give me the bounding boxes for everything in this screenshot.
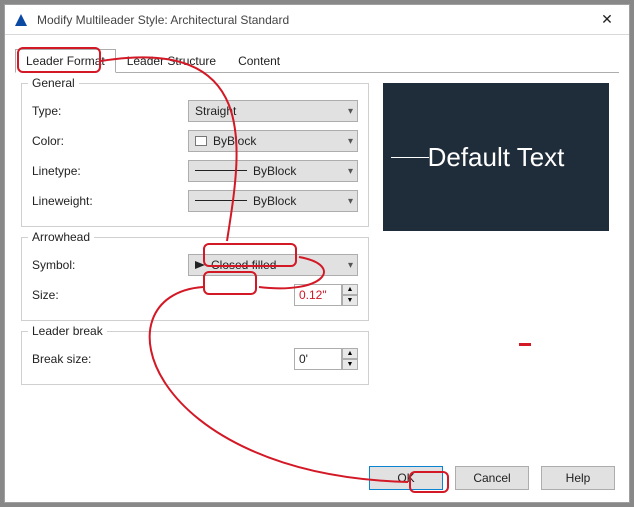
titlebar: Modify Multileader Style: Architectural … xyxy=(5,5,629,35)
break-spin-up[interactable]: ▲ xyxy=(342,348,358,359)
break-spin-down[interactable]: ▼ xyxy=(342,359,358,370)
color-swatch-icon xyxy=(195,136,207,146)
size-label: Size: xyxy=(32,288,294,302)
group-break-title: Leader break xyxy=(28,324,107,338)
line-preview-icon xyxy=(195,170,247,171)
close-icon: ✕ xyxy=(601,11,613,28)
group-arrow-title: Arrowhead xyxy=(28,230,94,244)
linetype-label: Linetype: xyxy=(32,164,188,178)
break-size-input[interactable] xyxy=(294,348,342,370)
dialog-buttons: OK Cancel Help xyxy=(369,466,615,490)
app-icon xyxy=(13,11,31,29)
symbol-value: Closed filled xyxy=(211,258,276,272)
group-general: General Type: Straight ▾ Color: ByBlock … xyxy=(21,83,369,227)
chevron-down-icon: ▾ xyxy=(348,106,353,117)
help-button[interactable]: Help xyxy=(541,466,615,490)
break-size-label: Break size: xyxy=(32,352,294,366)
linetype-combo[interactable]: ByBlock ▾ xyxy=(188,160,358,182)
color-label: Color: xyxy=(32,134,188,148)
group-general-title: General xyxy=(28,76,79,90)
color-value: ByBlock xyxy=(213,134,256,148)
chevron-down-icon: ▾ xyxy=(348,166,353,177)
arrow-icon xyxy=(195,261,205,269)
linetype-value: ByBlock xyxy=(253,164,296,178)
size-spinner: ▲ ▼ xyxy=(294,284,358,306)
chevron-down-icon: ▾ xyxy=(348,260,353,271)
cancel-button[interactable]: Cancel xyxy=(455,466,529,490)
ok-button[interactable]: OK xyxy=(369,466,443,490)
tab-panel: General Type: Straight ▾ Color: ByBlock … xyxy=(15,72,619,460)
tab-leader-format[interactable]: Leader Format xyxy=(15,49,116,73)
group-arrowhead: Arrowhead Symbol: Closed filled ▾ Size: … xyxy=(21,237,369,321)
left-column: General Type: Straight ▾ Color: ByBlock … xyxy=(21,83,369,454)
chevron-down-icon: ▾ xyxy=(348,136,353,147)
symbol-label: Symbol: xyxy=(32,258,188,272)
line-preview-icon xyxy=(195,200,247,201)
chevron-down-icon: ▾ xyxy=(348,196,353,207)
lineweight-label: Lineweight: xyxy=(32,194,188,208)
preview-text: Default Text xyxy=(428,142,565,173)
tab-strip: Leader Format Leader Structure Content xyxy=(15,49,629,73)
symbol-combo[interactable]: Closed filled ▾ xyxy=(188,254,358,276)
type-value: Straight xyxy=(195,104,236,118)
size-input[interactable] xyxy=(294,284,342,306)
lineweight-value: ByBlock xyxy=(253,194,296,208)
size-spin-down[interactable]: ▼ xyxy=(342,295,358,306)
annotation-mark xyxy=(519,343,531,346)
tab-content[interactable]: Content xyxy=(227,49,291,73)
right-column: Default Text xyxy=(383,83,613,454)
type-combo[interactable]: Straight ▾ xyxy=(188,100,358,122)
color-combo[interactable]: ByBlock ▾ xyxy=(188,130,358,152)
leader-line-icon xyxy=(391,157,429,158)
dialog-window: Modify Multileader Style: Architectural … xyxy=(4,4,630,503)
size-spin-up[interactable]: ▲ xyxy=(342,284,358,295)
close-button[interactable]: ✕ xyxy=(585,5,629,35)
tab-leader-structure[interactable]: Leader Structure xyxy=(116,49,227,73)
break-size-spinner: ▲ ▼ xyxy=(294,348,358,370)
lineweight-combo[interactable]: ByBlock ▾ xyxy=(188,190,358,212)
type-label: Type: xyxy=(32,104,188,118)
style-preview: Default Text xyxy=(383,83,609,231)
window-title: Modify Multileader Style: Architectural … xyxy=(37,13,585,27)
group-leader-break: Leader break Break size: ▲ ▼ xyxy=(21,331,369,385)
